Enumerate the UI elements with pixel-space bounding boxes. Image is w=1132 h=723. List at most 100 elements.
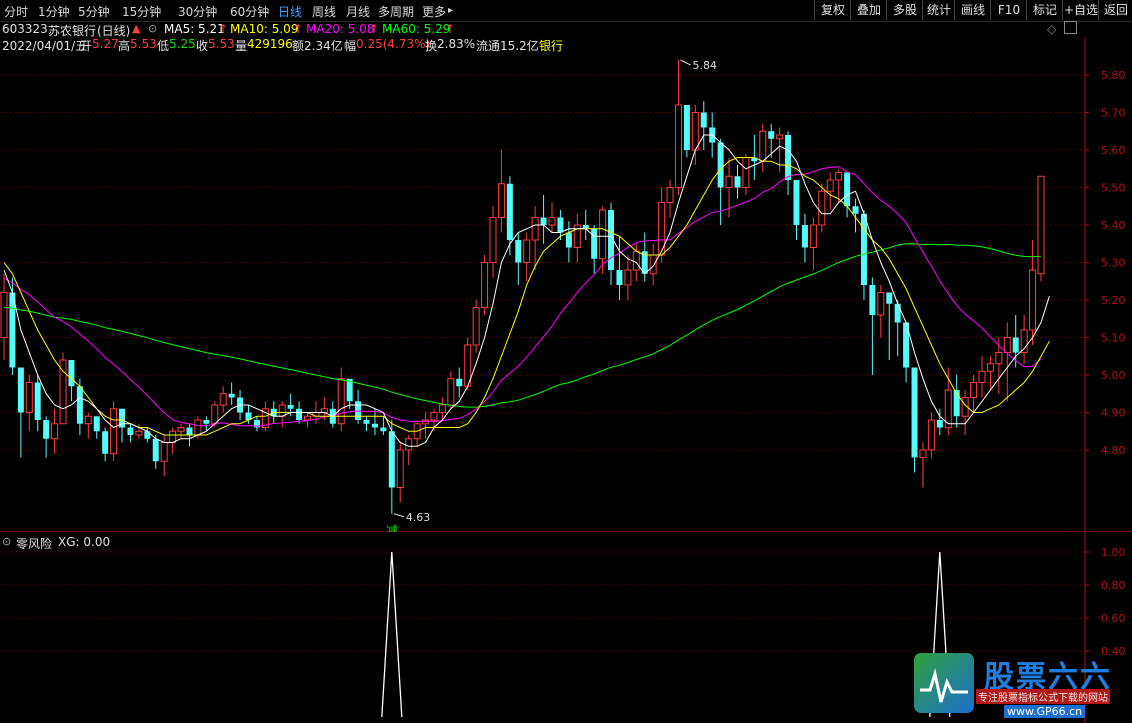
candle (599, 206, 607, 274)
candle-body (43, 420, 50, 439)
ma20-line (3, 166, 1042, 427)
candle (371, 408, 378, 435)
candle (253, 416, 260, 432)
candle (413, 420, 421, 447)
candle (683, 105, 690, 158)
candle-body (152, 438, 159, 462)
candle-body (599, 209, 607, 260)
candle-body (497, 183, 505, 218)
candle-body (76, 386, 83, 424)
logo-subtitle: 专注股票指标公式下载的网站 (976, 689, 1110, 704)
candle-body (801, 225, 808, 248)
candle-body (970, 382, 978, 398)
candle-body (388, 431, 395, 488)
candle (102, 427, 109, 462)
candle (548, 202, 556, 233)
candle-body (978, 370, 986, 383)
toolbar-button-3[interactable]: 统计 (922, 0, 955, 20)
candle-body (776, 134, 784, 140)
candle-body (852, 206, 859, 214)
candle (826, 172, 834, 210)
candle (127, 423, 134, 443)
candle (93, 416, 100, 439)
candle (700, 101, 707, 150)
toolbar-button-8[interactable]: 返回 (1098, 0, 1132, 20)
candle (953, 375, 960, 428)
candle-body (632, 250, 640, 271)
candle (582, 210, 589, 240)
candle (1020, 315, 1028, 364)
candle (76, 378, 83, 435)
toolbar-button-0[interactable]: 复权 (814, 0, 851, 20)
ma20-arrow-icon: ↑ (369, 22, 380, 36)
more-arrow-icon[interactable]: ▸ (448, 5, 453, 16)
candle-body (320, 408, 328, 413)
candle (877, 285, 885, 338)
candle-body (894, 303, 901, 323)
period-tab-9[interactable]: 多周期 (378, 3, 414, 20)
candle-body (742, 157, 750, 188)
stock-code: 603323 (2, 22, 48, 36)
toolbar-button-2[interactable]: 多股 (886, 0, 923, 20)
candle-body (616, 270, 623, 285)
price-tick-label: 4.80 (1101, 444, 1126, 457)
candle-body (84, 415, 92, 425)
candle-body (304, 415, 312, 421)
toolbar-button-6[interactable]: 标记 (1026, 0, 1063, 20)
price-tick-label: 5.10 (1101, 332, 1126, 345)
period-tab-2[interactable]: 5分钟 (78, 3, 110, 20)
diamond-icon[interactable]: ◇ (1047, 22, 1056, 36)
price-tick-label: 5.40 (1101, 219, 1126, 232)
candle-body (548, 217, 556, 226)
period-tab-6[interactable]: 日线 (278, 3, 302, 20)
price-tick-label: 5.50 (1101, 182, 1126, 195)
candle-body (169, 430, 177, 443)
candle (472, 300, 480, 353)
candle (43, 416, 50, 458)
candle-body (734, 176, 741, 188)
toolbar-button-1[interactable]: 叠加 (850, 0, 887, 20)
kline-chart[interactable]: 5.80 5.70 5.60 5.50 5.40 5.30 5.20 5.10 5.00 4.90… (0, 38, 1132, 532)
ma20-label: MA20: 5.08 (306, 22, 375, 36)
period-tab-5[interactable]: 60分钟 (230, 3, 269, 20)
candle (447, 371, 455, 409)
period-tab-7[interactable]: 周线 (312, 3, 336, 20)
candle-body (995, 352, 1003, 365)
candle (422, 412, 430, 439)
reduce-marker: 减 (386, 524, 398, 532)
candle (608, 202, 615, 285)
toolbar-button-5[interactable]: F10 (990, 0, 1027, 20)
period-tab-3[interactable]: 15分钟 (122, 3, 161, 20)
ma60-line (3, 243, 1042, 408)
candle-body (793, 180, 800, 225)
period-tab-1[interactable]: 1分钟 (38, 3, 70, 20)
candle (119, 408, 126, 443)
candle-body (531, 217, 539, 241)
period-tab-10[interactable]: 更多 (422, 3, 446, 20)
logo-url: www.GP66.cn (1004, 705, 1086, 718)
period-tab-8[interactable]: 月线 (346, 3, 370, 20)
candle-body (809, 224, 817, 248)
candle-body (582, 225, 589, 229)
indicator-tick-label: 0.60 (1101, 612, 1126, 625)
chevron-down-icon[interactable]: ⊙ (148, 22, 157, 35)
candle (869, 277, 876, 375)
candle (456, 367, 463, 398)
candle-body (860, 213, 867, 285)
candle (59, 352, 67, 425)
restore-window-icon[interactable] (1064, 21, 1077, 34)
candle-body (396, 449, 404, 488)
candle (531, 206, 539, 270)
toolbar-button-7[interactable]: +自选 (1062, 0, 1099, 20)
period-tab-4[interactable]: 30分钟 (178, 3, 217, 20)
period-tab-0[interactable]: 分时 (4, 3, 28, 20)
candle-body (691, 112, 699, 151)
price-tick-label: 5.80 (1101, 69, 1126, 82)
toolbar-button-4[interactable]: 画线 (954, 0, 991, 20)
candle-body (337, 378, 345, 425)
candle-body (211, 404, 219, 425)
candle-body (557, 217, 564, 233)
indicator-menu-icon[interactable]: ⊙ (2, 535, 11, 548)
candle-body (936, 420, 943, 428)
candle (0, 273, 8, 360)
